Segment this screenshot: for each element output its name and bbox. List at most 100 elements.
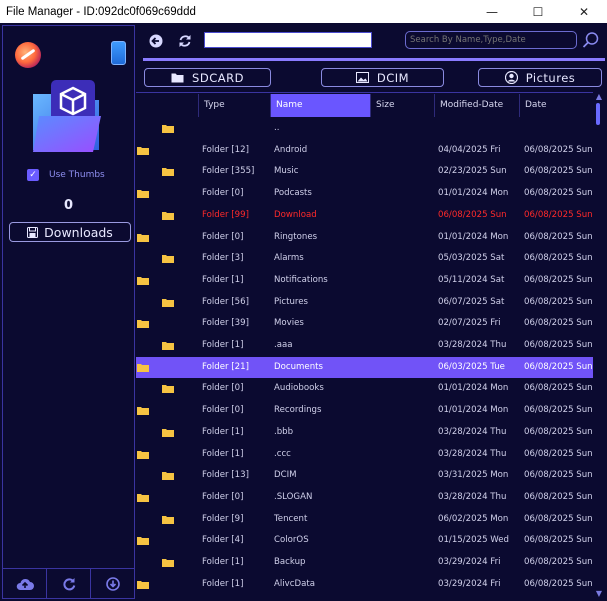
refresh-icon — [62, 577, 75, 590]
table-row[interactable]: Folder [99] Download 06/08/2025 Sun 06/08/2… — [136, 205, 593, 227]
quick-dcim-button[interactable]: DCIM — [321, 68, 444, 87]
folder-icon — [162, 211, 174, 220]
minimize-button[interactable]: — — [469, 0, 515, 23]
reload-icon[interactable] — [177, 33, 193, 49]
cell-name: Backup — [274, 557, 306, 567]
cell-date: 06/08/2025 Sun — [524, 144, 593, 155]
table-scrollbar[interactable]: ▲ ▼ — [593, 92, 605, 599]
cell-type: Folder [99] — [202, 209, 249, 220]
folder-icon — [162, 559, 174, 567]
user-icon — [504, 71, 518, 84]
cell-name: Alarms — [274, 253, 304, 264]
folder-icon — [162, 298, 174, 307]
table-row[interactable]: Folder [12] Android 04/04/2025 Fri 06/08/20… — [136, 140, 593, 162]
cell-name: Documents — [274, 361, 323, 372]
folder-icon — [137, 146, 149, 155]
cell-date: 06/08/2025 Sun — [524, 578, 593, 589]
close-button[interactable]: ✕ — [561, 0, 607, 23]
table-row[interactable]: Folder [13] DCIM 03/31/2025 Mon 06/08/2025 … — [136, 465, 593, 487]
folder-icon — [162, 385, 174, 394]
table-row[interactable]: Folder [1] .bbb 03/28/2024 Thu 06/08/2025 S… — [136, 422, 593, 444]
column-header-modified-date[interactable]: Modified-Date — [434, 94, 519, 117]
folder-icon — [137, 233, 149, 242]
cell-name: Podcasts — [274, 188, 312, 199]
use-thumbs-checkbox[interactable]: ✓ — [27, 169, 39, 181]
cell-modified-date: 03/28/2024 Thu — [438, 491, 507, 502]
cell-modified-date: 03/28/2024 Thu — [438, 340, 507, 350]
table-row[interactable]: Folder [355] Music 02/23/2025 Sun 06/08/202… — [136, 161, 593, 183]
search-input[interactable] — [405, 31, 577, 49]
quick-sdcard-label: SDCARD — [192, 70, 244, 85]
table-row[interactable]: Folder [56] Pictures 06/07/2025 Sat 06/08/2… — [136, 292, 593, 314]
folder-box-icon — [33, 80, 101, 152]
device-phone-icon[interactable] — [111, 41, 126, 65]
cell-name: .SLOGAN — [274, 491, 313, 502]
table-row[interactable]: Folder [3] Alarms 05/03/2025 Sat 06/08/2025… — [136, 248, 593, 270]
table-row[interactable]: Folder [9] Tencent 06/02/2025 Mon 06/08/202… — [136, 509, 593, 531]
column-header-date[interactable]: Date — [519, 94, 593, 117]
toolbar-divider — [143, 58, 605, 61]
folder-icon — [137, 276, 149, 285]
table-row[interactable]: .. — [136, 118, 593, 140]
scroll-up-arrow-icon[interactable]: ▲ — [594, 93, 604, 101]
folder-icon — [137, 450, 149, 459]
table-row[interactable]: Folder [0] Ringtones 01/01/2024 Mon 06/08/2… — [136, 227, 593, 249]
search-icon[interactable] — [582, 31, 600, 49]
table-row[interactable]: Folder [0] .SLOGAN 03/28/2024 Thu 06/08/202… — [136, 487, 593, 509]
folder-icon — [162, 472, 174, 481]
cell-name: Recordings — [274, 405, 322, 416]
cell-type: Folder [1] — [202, 557, 244, 567]
refresh-button[interactable] — [47, 569, 91, 598]
cell-type: Folder [0] — [202, 231, 244, 242]
download-button[interactable] — [91, 569, 134, 598]
use-thumbs-toggle[interactable]: ✓ Use Thumbs — [27, 169, 105, 181]
table-row[interactable]: Folder [0] Podcasts 01/01/2024 Mon 06/08/20… — [136, 183, 593, 205]
cell-modified-date: 03/29/2024 Fri — [438, 557, 501, 567]
column-header-name[interactable]: Name — [270, 94, 370, 117]
table-row[interactable]: Folder [1] .aaa 03/28/2024 Thu 06/08/2025 S… — [136, 335, 593, 357]
table-row[interactable]: Folder [1] AlivcData 03/29/2024 Fri 06/08/2… — [136, 574, 593, 596]
column-header-size[interactable]: Size — [370, 94, 434, 117]
cell-date: 06/08/2025 Sun — [524, 318, 593, 329]
cell-date: 06/08/2025 Sun — [524, 231, 593, 242]
column-header-icon[interactable] — [136, 94, 198, 117]
cell-modified-date: 03/31/2025 Mon — [438, 470, 509, 481]
table-row[interactable]: Folder [1] Notifications 05/11/2024 Sat 06/… — [136, 270, 593, 292]
table-row[interactable]: Folder [1] .ccc 03/28/2024 Thu 06/08/2025 S… — [136, 444, 593, 466]
quick-sdcard-button[interactable]: SDCARD — [144, 68, 271, 87]
quick-pictures-button[interactable]: Pictures — [478, 68, 602, 87]
table-row[interactable]: Folder [4] ColorOS 01/15/2025 Wed 06/08/202… — [136, 530, 593, 552]
cell-name: Movies — [274, 318, 304, 329]
cell-date: 06/08/2025 Sun — [524, 470, 593, 481]
cell-type: Folder [355] — [202, 166, 255, 177]
path-input[interactable] — [204, 32, 372, 48]
table-row[interactable]: Folder [1] Backup 03/29/2024 Fri 06/08/2025… — [136, 552, 593, 574]
scroll-down-arrow-icon[interactable]: ▼ — [594, 590, 604, 598]
maximize-button[interactable]: ☐ — [515, 0, 561, 23]
sidebar: ✓ Use Thumbs 0 Downloads — [2, 25, 135, 599]
table-row[interactable]: Folder [21] Documents 06/03/2025 Tue 06/08/… — [136, 356, 593, 379]
cell-name: DCIM — [274, 470, 297, 481]
cell-type: Folder [1] — [202, 426, 244, 437]
quick-dcim-label: DCIM — [376, 70, 410, 85]
cell-modified-date: 01/01/2024 Mon — [438, 383, 509, 394]
column-header-type[interactable]: Type — [198, 94, 270, 117]
table-row[interactable]: Folder [0] Recordings 01/01/2024 Mon 06/08/… — [136, 400, 593, 422]
folder-icon — [162, 168, 174, 177]
cell-name: Download — [274, 209, 317, 220]
folder-icon — [137, 363, 149, 372]
cell-date: 06/08/2025 Sun — [524, 166, 593, 177]
folder-icon — [137, 493, 149, 502]
scrollbar-thumb[interactable] — [596, 103, 600, 125]
downloads-button[interactable]: Downloads — [9, 222, 131, 242]
cell-name: ColorOS — [274, 535, 309, 546]
table-row[interactable]: Folder [39] Movies 02/07/2025 Fri 06/08/202… — [136, 313, 593, 335]
cloud-upload-button[interactable] — [3, 569, 47, 598]
cell-date: 06/08/2025 Sun — [524, 557, 593, 567]
table-header: Type Name Size Modified-Date Date — [136, 94, 593, 117]
cell-date: 06/08/2025 Sun — [524, 209, 593, 220]
back-arrow-icon[interactable] — [148, 33, 164, 49]
cell-date: 06/08/2025 Sun — [524, 535, 593, 546]
table-row[interactable]: Folder [0] Audiobooks 01/01/2024 Mon 06/08/… — [136, 378, 593, 400]
cell-modified-date: 01/01/2024 Mon — [438, 405, 509, 416]
